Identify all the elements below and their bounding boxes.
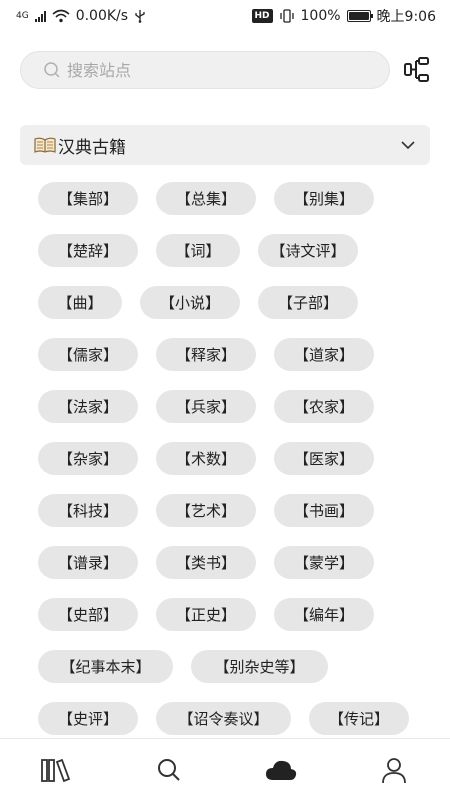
tag-chip[interactable]: 【子部】 — [258, 286, 358, 319]
search-bar[interactable] — [20, 51, 390, 89]
tab-cloud[interactable] — [251, 745, 311, 795]
tag-chip[interactable]: 【集部】 — [38, 182, 138, 215]
tag-chip[interactable]: 【书画】 — [274, 494, 374, 527]
bookshelf-icon — [41, 758, 71, 782]
tag-chip[interactable]: 【术数】 — [156, 442, 256, 475]
tab-search[interactable] — [139, 745, 199, 795]
status-right: HD 100% 晚上9:06 — [251, 6, 436, 26]
site-tree-icon[interactable] — [404, 57, 430, 83]
tag-chip[interactable]: 【释家】 — [156, 338, 256, 371]
network-type: 4G — [16, 10, 29, 21]
tag-chip[interactable]: 【农家】 — [274, 390, 374, 423]
tag-chip[interactable]: 【儒家】 — [38, 338, 138, 371]
tag-chip[interactable]: 【类书】 — [156, 546, 256, 579]
tag-row: 【楚辞】 【词】 【诗文评】 — [38, 234, 433, 267]
category-title: 汉典古籍 — [58, 137, 126, 158]
tag-row: 【史部】 【正史】 【编年】 — [38, 598, 433, 631]
tab-profile[interactable] — [364, 745, 424, 795]
cloud-icon — [266, 760, 297, 780]
search-icon — [44, 62, 60, 78]
tab-bookshelf[interactable] — [26, 745, 86, 795]
tag-chip[interactable]: 【医家】 — [274, 442, 374, 475]
status-left: 4G 0.00K/s — [16, 8, 146, 24]
tag-row: 【儒家】 【释家】 【道家】 — [38, 338, 433, 371]
open-book-icon — [34, 137, 56, 153]
search-row — [20, 51, 430, 89]
category-header[interactable]: 汉典古籍 — [20, 125, 430, 165]
tag-chip[interactable]: 【纪事本末】 — [38, 650, 173, 683]
tag-chip[interactable]: 【杂家】 — [38, 442, 138, 475]
tag-chip[interactable]: 【蒙学】 — [274, 546, 374, 579]
tag-chip[interactable]: 【别集】 — [274, 182, 374, 215]
battery-percent: 100% — [300, 8, 341, 24]
category-title-wrap: 汉典古籍 — [34, 133, 126, 158]
search-input[interactable] — [67, 60, 347, 80]
tag-row: 【曲】 【小说】 【子部】 — [38, 286, 433, 319]
search-icon — [157, 758, 180, 781]
tag-chip[interactable]: 【总集】 — [156, 182, 256, 215]
tag-chip[interactable]: 【曲】 — [38, 286, 122, 319]
tag-chip[interactable]: 【史部】 — [38, 598, 138, 631]
vibrate-icon — [279, 9, 294, 23]
profile-icon — [381, 757, 406, 783]
tag-chip[interactable]: 【诏令奏议】 — [156, 702, 291, 735]
tag-chip[interactable]: 【别杂史等】 — [191, 650, 328, 683]
tag-chip[interactable]: 【正史】 — [156, 598, 256, 631]
tag-grid: 【集部】 【总集】 【别集】 【楚辞】 【词】 【诗文评】 【曲】 【小说】 【子部】 【儒家】【… — [38, 182, 433, 754]
tag-chip[interactable]: 【艺术】 — [156, 494, 256, 527]
tag-chip[interactable]: 【楚辞】 — [38, 234, 138, 267]
chevron-down-icon[interactable] — [400, 140, 416, 150]
tag-chip[interactable]: 【谱录】 — [38, 546, 138, 579]
tag-chip[interactable]: 【诗文评】 — [258, 234, 358, 267]
hd-badge: HD — [251, 9, 273, 23]
tag-chip[interactable]: 【史评】 — [38, 702, 138, 735]
tag-chip[interactable]: 【法家】 — [38, 390, 138, 423]
battery-icon — [346, 10, 373, 22]
tag-row: 【集部】 【总集】 【别集】 — [38, 182, 433, 215]
tag-chip[interactable]: 【兵家】 — [156, 390, 256, 423]
tag-row: 【纪事本末】 【别杂史等】 — [38, 650, 433, 683]
tag-row: 【史评】 【诏令奏议】 【传记】 — [38, 702, 433, 735]
signal-icon — [34, 10, 46, 22]
tag-row: 【法家】 【兵家】 【农家】 — [38, 390, 433, 423]
tag-chip[interactable]: 【道家】 — [274, 338, 374, 371]
usb-icon — [135, 10, 145, 23]
tag-chip[interactable]: 【词】 — [156, 234, 240, 267]
tag-chip[interactable]: 【科技】 — [38, 494, 138, 527]
tag-chip[interactable]: 【编年】 — [274, 598, 374, 631]
network-speed: 0.00K/s — [75, 8, 129, 24]
tag-row: 【科技】 【艺术】 【书画】 — [38, 494, 433, 527]
clock: 晚上9:06 — [376, 9, 436, 25]
wifi-icon — [52, 9, 70, 23]
status-bar: 4G 0.00K/s HD 100% 晚上9:06 — [0, 0, 450, 32]
bottom-tab-bar — [0, 738, 450, 800]
tag-row: 【谱录】 【类书】 【蒙学】 — [38, 546, 433, 579]
tag-chip[interactable]: 【传记】 — [309, 702, 409, 735]
tag-row: 【杂家】 【术数】 【医家】 — [38, 442, 433, 475]
tag-chip[interactable]: 【小说】 — [140, 286, 240, 319]
